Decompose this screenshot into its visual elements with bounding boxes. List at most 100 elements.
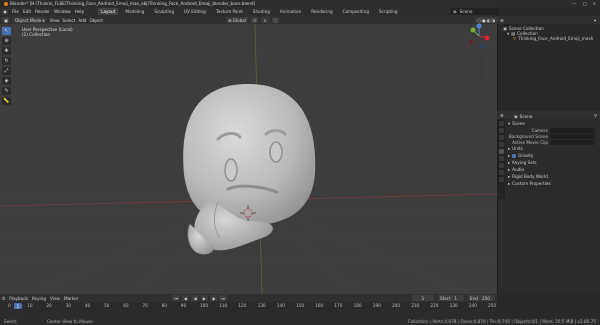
- navigation-gizmo[interactable]: [455, 22, 495, 102]
- tab-shading[interactable]: Shading: [250, 8, 273, 15]
- cursor-icon[interactable]: ⊕: [2, 37, 11, 45]
- tab-texture-paint[interactable]: Texture Paint: [213, 8, 246, 15]
- timeline[interactable]: 0 10 20 30 40 50 60 70 80 90 100 110 120 130 140 150 160…: [0, 302, 497, 318]
- title-bar: Blender* [H:\Thinkin_FLBE\Thinking_Face_…: [0, 0, 600, 7]
- mode-dropdown[interactable]: Object Mode ▾: [12, 17, 47, 23]
- tool-shelf: ↖ ⊕ ✥ ↻ ⤢ ◈ ✎ 📏: [2, 27, 12, 119]
- viewport-menu-view[interactable]: View: [49, 18, 59, 23]
- proportional-edit-button[interactable]: ◌: [271, 17, 280, 23]
- timeline-menu-view[interactable]: View: [50, 296, 60, 301]
- menu-window[interactable]: Window: [54, 9, 71, 14]
- timeline-tick-label: 170: [334, 303, 343, 308]
- background-scene-input[interactable]: [550, 133, 595, 139]
- orientation-label: Global: [232, 17, 246, 23]
- jump-end-icon[interactable]: ⏭: [219, 295, 227, 301]
- scale-icon[interactable]: ⤢: [2, 67, 11, 75]
- timeline-editor-icon[interactable]: ⏱: [2, 296, 5, 301]
- transform-icon[interactable]: ◈: [2, 77, 11, 85]
- gizmo-z-axis[interactable]: [476, 23, 482, 29]
- tab-sculpting[interactable]: Sculpting: [151, 8, 177, 15]
- minimize-button[interactable]: —: [572, 1, 576, 6]
- current-frame-field[interactable]: 1: [412, 295, 434, 301]
- section-scene[interactable]: ▾ Scene: [508, 120, 598, 127]
- timeline-tick-label: 180: [353, 303, 362, 308]
- section-audio[interactable]: ▸ Audio: [508, 166, 598, 173]
- menu-edit[interactable]: Edit: [23, 9, 31, 14]
- editor-type-button[interactable]: ▣: [2, 17, 10, 23]
- view-layer-tab-icon[interactable]: [498, 142, 504, 147]
- object-tab-icon[interactable]: [498, 163, 504, 168]
- section-rigid-body-world[interactable]: ▸ Rigid Body World: [508, 173, 598, 180]
- menu-file[interactable]: File: [12, 9, 19, 14]
- outliner-item-mesh[interactable]: ▽ Thinking_Face_Android_Emoji_mesh: [503, 36, 598, 41]
- field-background-scene: Background Scene: [508, 133, 598, 139]
- tool-tab-icon[interactable]: [498, 121, 504, 126]
- tab-layout[interactable]: Layout: [98, 8, 119, 15]
- timeline-menu-marker[interactable]: Marker: [64, 296, 78, 301]
- play-reverse-icon[interactable]: ◀: [191, 295, 199, 301]
- movie-clip-input[interactable]: [550, 139, 595, 145]
- section-units[interactable]: ▸ Units: [508, 145, 598, 152]
- timeline-tick-label: 70: [142, 303, 148, 308]
- grid-ortho-icon[interactable]: [478, 76, 484, 82]
- camera-input[interactable]: [550, 127, 595, 133]
- close-button[interactable]: ✕: [592, 1, 596, 6]
- jump-start-icon[interactable]: ⏮: [172, 295, 181, 301]
- timeline-tick-label: 210: [411, 303, 420, 308]
- gravity-checkbox[interactable]: [512, 153, 517, 158]
- tab-uv-editing[interactable]: UV Editing: [181, 8, 209, 15]
- properties-editor-icon[interactable]: ⚙: [500, 113, 504, 118]
- viewport-info: User Perspective (Local) (1) Collection: [22, 27, 73, 37]
- gizmo-x-axis[interactable]: [484, 35, 490, 41]
- start-frame-field[interactable]: Start 1: [438, 295, 464, 301]
- maximize-button[interactable]: □: [583, 1, 587, 6]
- world-tab-icon[interactable]: [498, 156, 504, 161]
- play-icon[interactable]: ▶: [200, 295, 208, 301]
- menu-render[interactable]: Render: [35, 9, 50, 14]
- scene-selector[interactable]: ◉ Scene: [450, 8, 500, 15]
- move-icon[interactable]: ✥: [2, 47, 11, 55]
- annotate-icon[interactable]: ✎: [2, 87, 11, 95]
- orientation-dropdown[interactable]: ⊕ Global: [226, 17, 248, 23]
- tab-animation[interactable]: Animation: [277, 8, 304, 15]
- tab-compositing[interactable]: Compositing: [340, 8, 372, 15]
- material-tab-icon[interactable]: [498, 177, 504, 182]
- viewport-menu-object[interactable]: Object: [89, 18, 103, 23]
- tab-rendering[interactable]: Rendering: [308, 8, 335, 15]
- select-box-icon[interactable]: ↖: [2, 27, 11, 35]
- playhead[interactable]: 1: [14, 303, 22, 309]
- modifier-tab-icon[interactable]: [498, 170, 504, 175]
- section-custom-properties[interactable]: ▸ Custom Properties: [508, 180, 598, 187]
- 3d-viewport[interactable]: [0, 24, 497, 294]
- section-keying-sets[interactable]: ▸ Keying Sets: [508, 159, 598, 166]
- pan-hand-icon[interactable]: [478, 60, 484, 66]
- menu-help[interactable]: Help: [75, 9, 85, 14]
- timeline-menu-keying[interactable]: Keying: [32, 296, 46, 301]
- pivot-button[interactable]: ⊙: [250, 17, 259, 23]
- end-frame-field[interactable]: End 250: [468, 295, 494, 301]
- viewport-header: ▣ Object Mode ▾ View Select Add Object ⊕ G…: [0, 16, 497, 24]
- prev-keyframe-icon[interactable]: ◆: [182, 295, 190, 301]
- section-gravity[interactable]: ▸ Gravity: [508, 152, 598, 159]
- measure-icon[interactable]: 📏: [2, 97, 11, 105]
- camera-view-icon[interactable]: [478, 68, 484, 74]
- gizmo-y-axis[interactable]: [470, 27, 476, 33]
- blender-menu-icon[interactable]: ◆: [2, 8, 8, 15]
- rotate-icon[interactable]: ↻: [2, 57, 11, 65]
- output-tab-icon[interactable]: [498, 135, 504, 140]
- filter-icon[interactable]: ⏷: [594, 18, 600, 23]
- tab-scripting[interactable]: Scripting: [376, 8, 401, 15]
- status-stats: Collection | Verts:4,878 | Faces:4,870 |…: [407, 319, 596, 324]
- zoom-icon[interactable]: [478, 52, 484, 58]
- next-keyframe-icon[interactable]: ◆: [209, 295, 218, 301]
- timeline-menu-playback[interactable]: Playback: [9, 296, 28, 301]
- viewport-menu-add[interactable]: Add: [78, 18, 86, 23]
- snap-button[interactable]: ∩: [261, 17, 269, 23]
- render-tab-icon[interactable]: [498, 128, 504, 133]
- outliner-editor-icon[interactable]: ☰: [500, 18, 504, 23]
- viewport-menu-select[interactable]: Select: [62, 18, 75, 23]
- scene-tab-icon[interactable]: [498, 149, 504, 154]
- timeline-tick-label: 40: [84, 303, 91, 308]
- emoji-head[interactable]: [183, 84, 316, 227]
- tab-modeling[interactable]: Modeling: [122, 8, 147, 15]
